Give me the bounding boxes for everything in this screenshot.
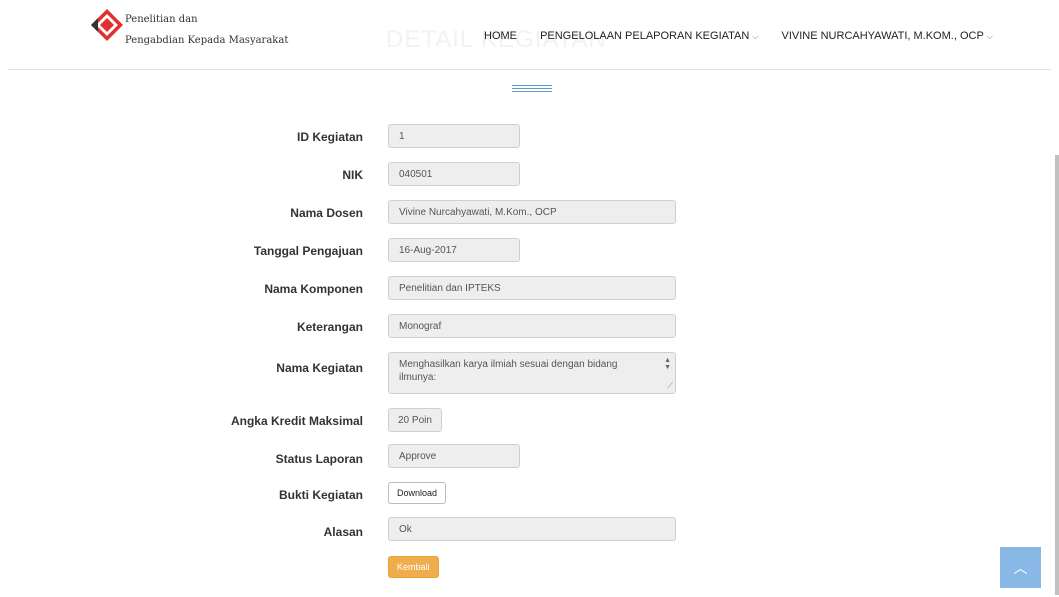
label-nama-komponen: Nama Komponen [264,282,363,296]
nav-home[interactable]: HOME [484,30,517,42]
label-alasan: Alasan [323,525,363,539]
brand-line1: Penelitian dan [125,14,198,25]
nama-dosen-field[interactable]: Vivine Nurcahyawati, M.Kom., OCP [388,200,676,224]
label-keterangan: Keterangan [296,320,363,334]
nav-reporting-menu[interactable]: PENGELOLAAN PELAPORAN KEGIATAN ⌵ [540,30,758,42]
main-nav: HOME PENGELOLAAN PELAPORAN KEGIATAN ⌵ VIV… [484,30,1013,42]
status-laporan-field[interactable]: Approve [388,444,520,468]
spin-arrows-icon[interactable]: ▲ ▼ [664,357,671,371]
angka-kredit-field[interactable]: 20 Poin [388,408,442,432]
alasan-field[interactable]: Ok [388,517,676,541]
label-tanggal-pengajuan: Tanggal Pengajuan [253,244,363,258]
label-nik: NIK [342,168,363,182]
nav-user-menu[interactable]: VIVINE NURCAHYAWATI, M.KOM., OCP ⌵ [781,30,992,42]
scroll-to-top-button[interactable]: ︿ [1000,547,1041,588]
label-status-laporan: Status Laporan [275,452,363,466]
keterangan-field[interactable]: Monograf [388,314,676,338]
top-header: Penelitian dan Pengabdian Kepada Masyara… [8,0,1051,70]
logo-icon[interactable] [90,8,124,42]
nav-reporting-label: PENGELOLAAN PELAPORAN KEGIATAN [540,30,750,42]
download-button[interactable]: Download [388,482,447,504]
brand-line2: Pengabdian Kepada Masyarakat [125,35,289,46]
title-underline [512,85,552,94]
brand-name[interactable]: Penelitian dan Pengabdian Kepada Masyara… [125,14,288,46]
chevron-down-icon: ⌵ [752,32,759,41]
label-nama-dosen: Nama Dosen [290,206,363,220]
label-angka-kredit: Angka Kredit Maksimal [230,414,363,428]
kembali-button[interactable]: Kembali [388,556,439,578]
chevron-down-icon: ⌵ [986,32,993,41]
chevron-up-icon: ︿ [1013,559,1028,576]
nik-field[interactable]: 040501 [388,162,520,186]
page-scrollbar[interactable] [1055,155,1059,595]
nav-user-label: VIVINE NURCAHYAWATI, M.KOM., OCP [781,30,984,42]
nama-kegiatan-textarea[interactable]: Menghasilkan karya ilmiah sesuai dengan … [388,352,676,394]
label-bukti-kegiatan: Bukti Kegiatan [278,488,363,502]
resize-handle-icon[interactable]: ⟋ [667,379,673,392]
id-kegiatan-field[interactable]: 1 [388,124,520,148]
nama-kegiatan-text: Menghasilkan karya ilmiah sesuai dengan … [399,359,618,383]
label-id-kegiatan: ID Kegiatan [296,130,363,144]
tanggal-pengajuan-field[interactable]: 16-Aug-2017 [388,238,520,262]
nama-komponen-field[interactable]: Penelitian dan IPTEKS [388,276,676,300]
label-nama-kegiatan: Nama Kegiatan [276,361,363,375]
